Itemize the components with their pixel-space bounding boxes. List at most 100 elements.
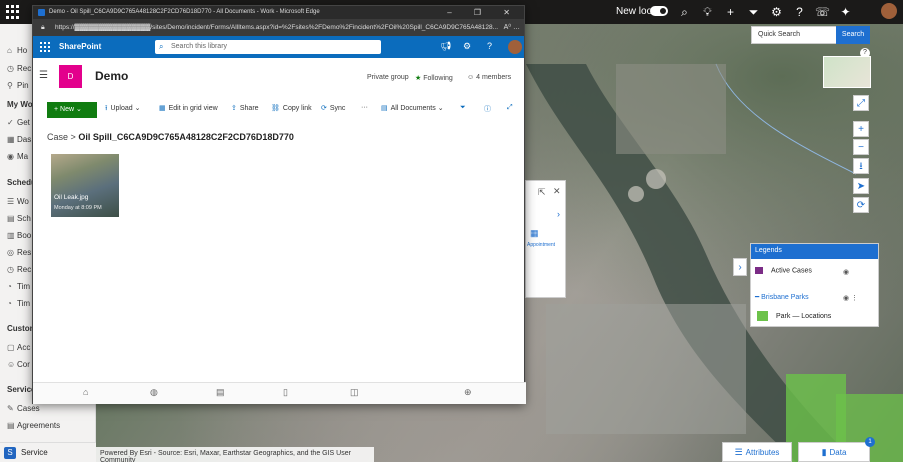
nav-item-recent[interactable]: ◷ Rec — [7, 64, 31, 73]
appointment-label: Appointment — [527, 242, 556, 248]
map-quick-search-input[interactable]: Quick Search — [751, 26, 837, 44]
nav-item-bookings[interactable]: ▥ Boo — [7, 231, 31, 240]
eye-icon[interactable]: ◉ ⋮ — [843, 294, 858, 302]
site-name[interactable]: Demo — [95, 69, 128, 83]
upload-button[interactable]: ⭱ Upload ⌄ — [105, 104, 140, 115]
calendar-icon: ▤ — [7, 214, 15, 223]
reader-mode-icon[interactable]: A⁰ … — [504, 19, 520, 36]
nav-item-time-entries[interactable]: ◔ Tim — [7, 282, 30, 291]
zoom-out-icon[interactable]: − — [853, 139, 869, 155]
home-icon[interactable]: ⌂ — [83, 387, 88, 397]
search-icon[interactable]: ⌕ — [676, 4, 693, 20]
chat-icon[interactable]: ☏ — [814, 4, 831, 20]
following-button[interactable]: ★ Following — [415, 74, 453, 82]
refresh-icon[interactable]: ⟳ — [853, 197, 869, 213]
legend-collapse-chevron-icon[interactable]: › — [733, 258, 747, 276]
info-icon[interactable]: ⓘ — [484, 104, 494, 114]
members-button[interactable]: ☺ 4 members — [467, 74, 511, 81]
chart-icon: ▮ — [821, 447, 827, 457]
settings-icon[interactable]: ⚙ — [768, 4, 785, 20]
list-icon: ☰ — [7, 197, 15, 206]
url-text[interactable]: https://▓▓▓▓▓▓▓▓▓▓▓▓▓▓▓▓/sites/Demo/inci… — [55, 24, 498, 31]
overview-minimap[interactable] — [823, 56, 871, 88]
file-tile[interactable]: Oil Leak.jpg Monday at 8:09 PM — [51, 154, 119, 217]
nav-item-accounts[interactable]: ▢ Acc — [7, 343, 30, 352]
news-icon[interactable]: ▤ — [216, 387, 225, 398]
megaphone-icon[interactable]: 📢︎ — [440, 41, 451, 52]
file-modified: Monday at 8:09 PM — [54, 205, 102, 211]
download-icon[interactable]: ⭳ — [853, 158, 869, 174]
copilot-icon[interactable]: ✦ — [837, 4, 854, 20]
view-switcher[interactable]: ▤ All Documents ⌄ — [381, 104, 444, 112]
legend-swatch — [755, 267, 763, 274]
fullscreen-icon[interactable]: ⤢ — [853, 95, 869, 111]
time-icon: ◔ — [7, 282, 12, 291]
legend-row-brisbane-parks[interactable]: ━ Brisbane Parks — [755, 293, 809, 301]
plus-icon[interactable]: + — [722, 4, 739, 20]
nav-item-pinned[interactable]: ⚲ Pin — [7, 81, 29, 90]
filter-icon[interactable]: ⏷ — [460, 104, 469, 112]
app-launcher-icon[interactable] — [6, 5, 20, 19]
close-icon[interactable]: ✕ — [553, 186, 561, 197]
sharepoint-brand[interactable]: SharePoint — [59, 42, 101, 51]
add-icon[interactable]: ⊕ — [464, 387, 472, 398]
filter-icon[interactable]: ⏷ — [745, 4, 762, 20]
settings-icon[interactable]: ⚙ — [463, 41, 471, 52]
nav-item-contacts[interactable]: ☺ Cor — [7, 360, 30, 369]
user-avatar[interactable] — [881, 3, 897, 19]
library-search-input[interactable]: ⌕ Search this library — [155, 40, 381, 54]
account-icon: ▢ — [7, 343, 15, 352]
edit-grid-button[interactable]: ▦ Edit in grid view — [159, 104, 218, 112]
calendar-icon[interactable]: ▦ — [530, 228, 539, 239]
data-tab[interactable]: ▮ Data — [798, 442, 870, 462]
window-controls[interactable]: – ❐ ✕ — [447, 6, 520, 19]
nav-item-work-orders[interactable]: ☰ Wo — [7, 197, 29, 206]
breadcrumb-case[interactable]: Case — [47, 132, 68, 142]
nav-item-time-off[interactable]: ◔ Tim — [7, 299, 30, 308]
lightbulb-icon[interactable]: 💡︎ — [699, 4, 716, 20]
help-icon[interactable]: ? — [791, 4, 808, 20]
new-button[interactable]: + New ⌄ — [47, 102, 97, 118]
share-button[interactable]: ⇪ Share — [231, 104, 259, 112]
clock-icon: ◷ — [7, 64, 14, 73]
help-icon[interactable]: ? — [487, 41, 492, 51]
booking-icon: ▥ — [7, 231, 15, 240]
copy-link-button[interactable]: ⛓︎ Copy link — [271, 104, 312, 112]
locate-icon[interactable]: ➤ — [853, 178, 869, 194]
user-avatar[interactable] — [508, 40, 522, 54]
chevron-right-icon[interactable]: › — [557, 209, 560, 219]
more-commands-button[interactable]: ··· — [361, 104, 368, 111]
browser-title-bar: Demo - Oil Spill_C6CA9D9C765A48128C2F2CD… — [33, 6, 524, 19]
legend-row-park-locations: Park — Locations — [757, 311, 831, 321]
sharepoint-suite-bar: SharePoint ⌕ Search this library 📢︎ ⚙ ? — [33, 36, 524, 58]
expand-icon[interactable]: ⤢ — [507, 104, 516, 112]
site-logo[interactable]: D — [59, 65, 82, 88]
nav-item-resources[interactable]: ◎ Res — [7, 248, 31, 257]
sync-button[interactable]: ⟳ Sync — [321, 104, 345, 112]
nav-item-map[interactable]: ◉ Ma — [7, 152, 28, 161]
popout-icon[interactable]: ⇱ — [538, 187, 546, 198]
link-icon: ⛓︎ — [271, 105, 280, 112]
eye-icon[interactable]: ◉ — [843, 268, 849, 276]
nav-item-cases[interactable]: ✎ Cases — [7, 404, 40, 413]
database-icon[interactable]: ◫ — [350, 387, 359, 398]
map-search-button[interactable]: Search — [836, 26, 870, 44]
document-icon[interactable]: ▯ — [283, 387, 288, 398]
app-launcher-icon[interactable] — [40, 42, 50, 52]
hamburger-menu-icon[interactable]: ☰ — [39, 70, 48, 81]
globe-icon[interactable]: ◍ — [150, 387, 158, 398]
list-view-icon: ▤ — [381, 105, 388, 112]
nav-item-agreements[interactable]: ▤ Agreements — [7, 421, 60, 430]
nav-item-get-started[interactable]: ✓ Get — [7, 118, 30, 127]
nav-item-dashboards[interactable]: ▦ Das — [7, 135, 31, 144]
new-look-toggle[interactable] — [650, 6, 668, 16]
nav-item-requirements[interactable]: ◷ Rec — [7, 265, 31, 274]
zoom-in-icon[interactable]: + — [853, 121, 869, 137]
contact-icon: ☺ — [7, 360, 16, 369]
nav-item-home[interactable]: ⌂ Ho — [7, 46, 27, 55]
nav-item-schedule-board[interactable]: ▤ Sch — [7, 214, 31, 223]
address-bar[interactable]: 🔒︎ https://▓▓▓▓▓▓▓▓▓▓▓▓▓▓▓▓/sites/Demo/i… — [33, 19, 524, 36]
area-switcher[interactable]: S Service — [0, 442, 96, 462]
attributes-tab[interactable]: ☰ Attributes — [722, 442, 792, 462]
file-name: Oil Leak.jpg — [54, 194, 89, 201]
